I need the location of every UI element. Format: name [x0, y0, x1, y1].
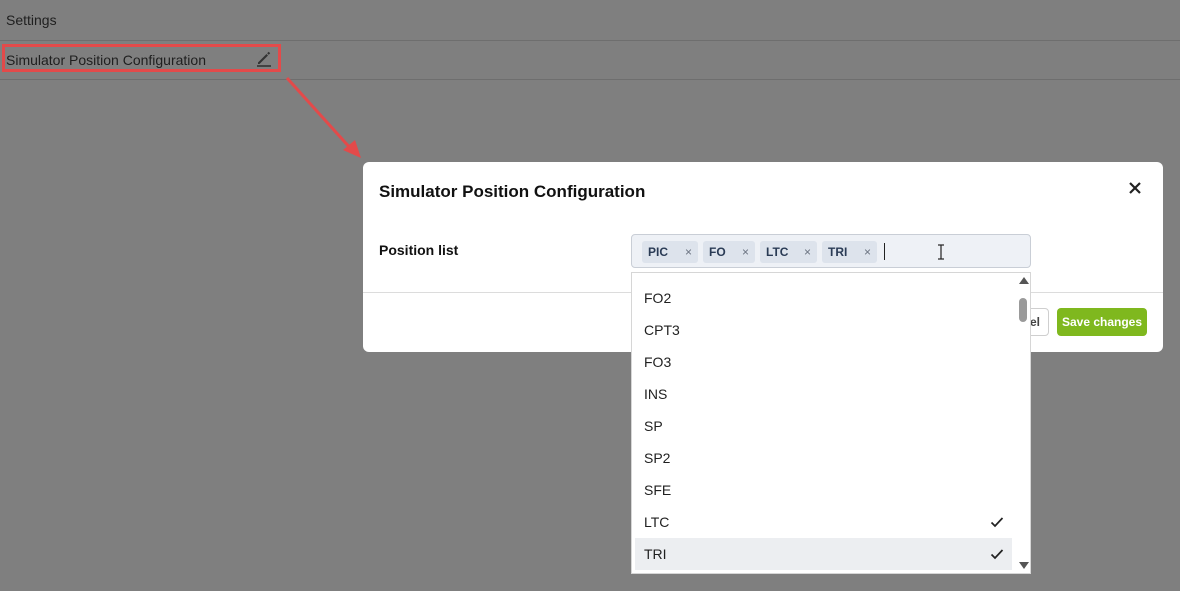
option-label: CPT3: [644, 322, 680, 338]
dropdown-option[interactable]: SP: [635, 410, 1012, 442]
chip-tri: TRI ×: [822, 241, 877, 263]
dropdown-option[interactable]: SP2: [635, 442, 1012, 474]
chip-remove-icon[interactable]: ×: [685, 245, 692, 259]
check-icon: [990, 547, 1004, 561]
position-list-input[interactable]: PIC × FO × LTC × TRI ×: [631, 234, 1031, 268]
scroll-up-arrow-icon[interactable]: [1019, 277, 1029, 284]
dropdown-option[interactable]: FO3: [635, 346, 1012, 378]
scroll-thumb[interactable]: [1019, 298, 1027, 322]
check-icon: [990, 515, 1004, 529]
chip-remove-icon[interactable]: ×: [864, 245, 871, 259]
page-title: Settings: [6, 12, 57, 28]
chip-pic: PIC ×: [642, 241, 698, 263]
option-label: FO2: [644, 290, 672, 306]
option-label: FO3: [644, 354, 672, 370]
chip-label: PIC: [648, 245, 669, 259]
save-changes-button[interactable]: Save changes: [1057, 308, 1147, 336]
option-label: SP2: [644, 450, 671, 466]
chip-ltc: LTC ×: [760, 241, 817, 263]
dropdown-option[interactable]: SFE: [635, 474, 1012, 506]
modal-title: Simulator Position Configuration: [379, 182, 646, 201]
option-label: INS: [644, 386, 668, 402]
ibeam-cursor-icon: [937, 244, 945, 260]
chip-remove-icon[interactable]: ×: [804, 245, 811, 259]
chip-label: TRI: [828, 245, 848, 259]
dropdown-option[interactable]: LTC: [635, 506, 1012, 538]
option-label: TRI: [644, 546, 667, 562]
option-label: LTC: [644, 514, 670, 530]
dropdown-option[interactable]: FO2: [635, 282, 1012, 314]
chip-label: FO: [709, 245, 726, 259]
dropdown-scrollbar[interactable]: [1017, 273, 1030, 573]
option-label: SFE: [644, 482, 672, 498]
settings-header: Settings: [0, 0, 1180, 41]
text-caret: [884, 243, 885, 260]
dropdown-option[interactable]: TRI: [635, 538, 1012, 570]
chip-remove-icon[interactable]: ×: [742, 245, 749, 259]
annotation-highlight-box: [2, 44, 281, 72]
chip-fo: FO ×: [703, 241, 755, 263]
chip-label: LTC: [766, 245, 789, 259]
position-dropdown-list[interactable]: FO2 CPT3 FO3 INS SP SP2 SFE LTC TRI: [631, 272, 1031, 574]
close-icon[interactable]: [1125, 178, 1145, 198]
dropdown-option[interactable]: CPT3: [635, 314, 1012, 346]
scroll-down-arrow-icon[interactable]: [1019, 562, 1029, 569]
position-list-label: Position list: [379, 242, 459, 258]
option-label: SP: [644, 418, 663, 434]
dropdown-option[interactable]: INS: [635, 378, 1012, 410]
